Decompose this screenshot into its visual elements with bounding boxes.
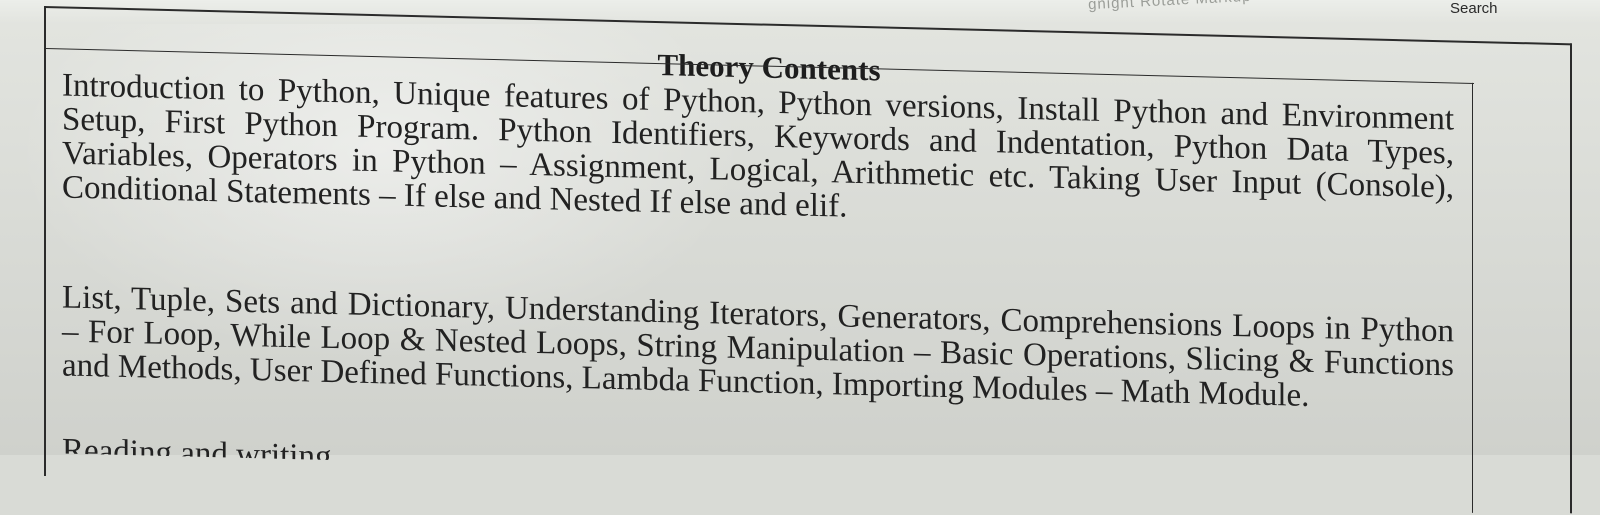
toolbar-faded-labels: gnight Rotate Markup	[1087, 0, 1252, 14]
content-paragraph-3-cutoff: Reading and writing	[62, 433, 332, 476]
search-button[interactable]: Search	[1450, 0, 1498, 17]
column-border	[1472, 82, 1473, 513]
theory-contents-table: Theory Contents Introduction to Python, …	[44, 6, 1572, 514]
content-paragraph-2: List, Tuple, Sets and Dictionary, Unders…	[62, 279, 1454, 414]
